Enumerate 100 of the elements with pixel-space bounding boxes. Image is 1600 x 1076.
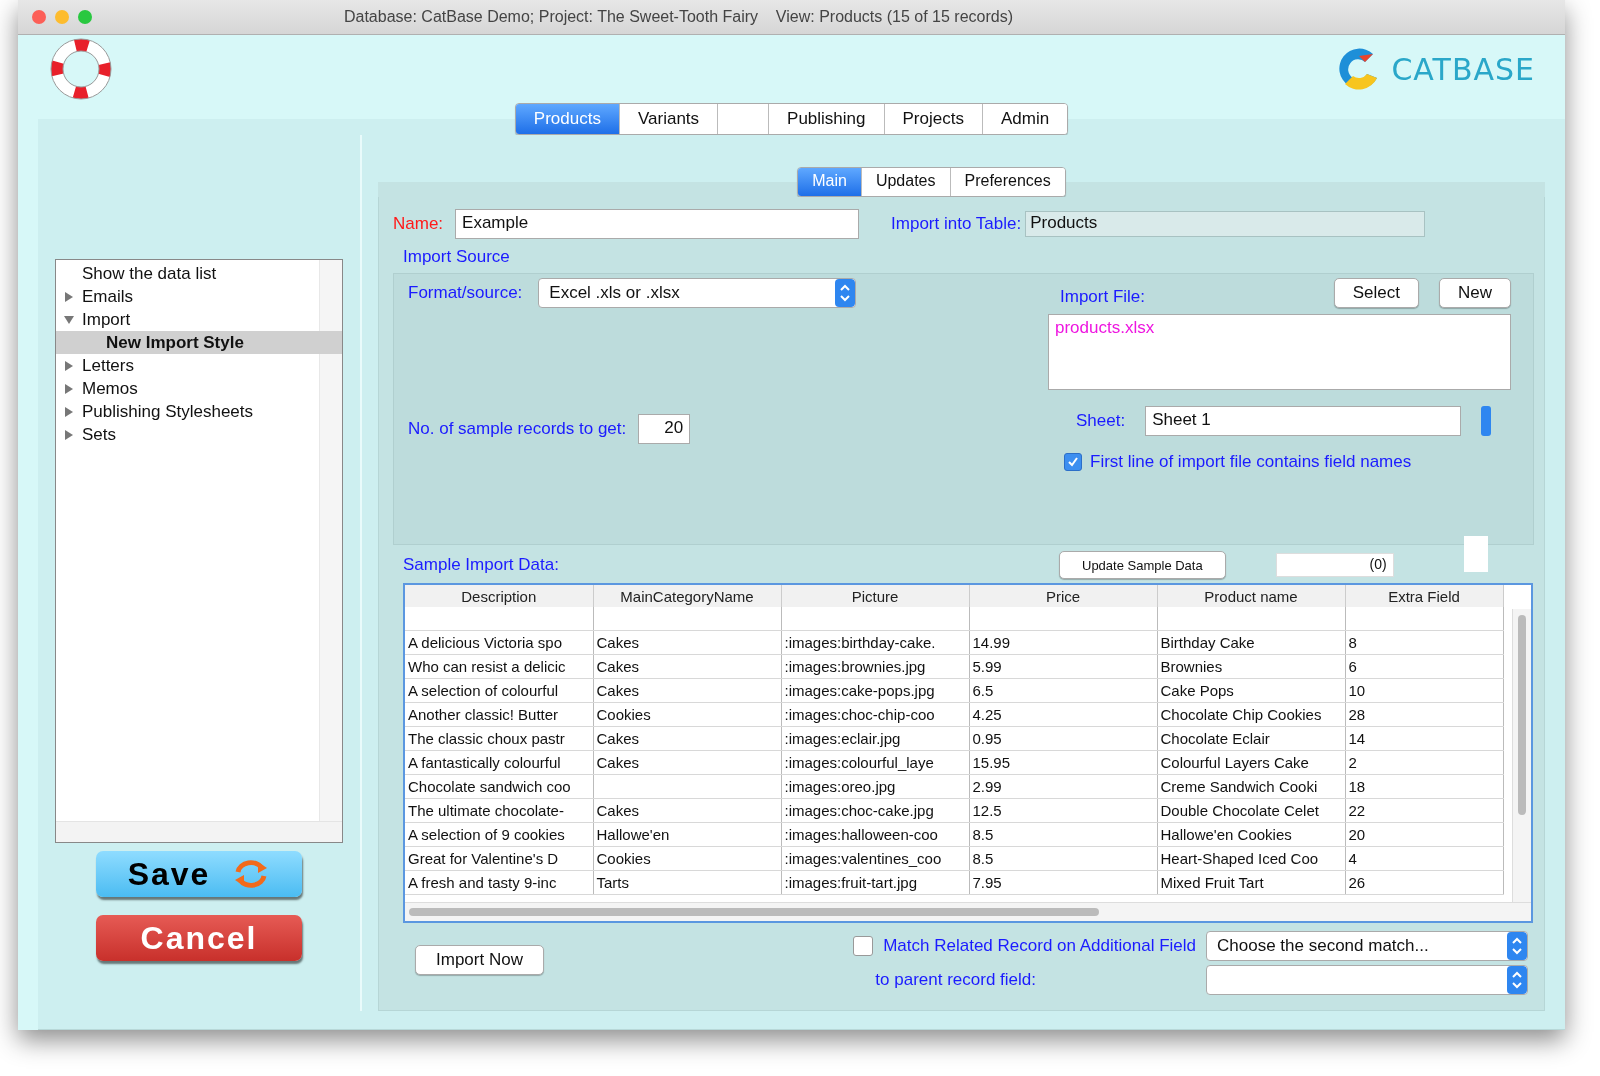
table-cell: :images:eclair.jpg [781, 726, 969, 751]
table-cell: 8.5 [969, 822, 1157, 847]
table-cell: :images:oreo.jpg [781, 774, 969, 799]
table-cell: Hallowe'en Cookies [1157, 822, 1345, 847]
tree-item[interactable]: Emails [56, 285, 318, 308]
table-cell: 26 [1345, 870, 1503, 895]
table-cell: 6 [1345, 654, 1503, 679]
table-cell: Chocolate sandwich coo [405, 774, 593, 799]
table-cell: A selection of colourful [405, 678, 593, 703]
checkbox[interactable] [853, 936, 874, 956]
scrollbar-thumb[interactable] [409, 908, 1099, 916]
tab[interactable]: Updates [861, 168, 951, 196]
column-header[interactable]: Product name [1157, 585, 1345, 607]
scrollbar-track[interactable] [319, 260, 342, 821]
stepper-icon[interactable] [1481, 406, 1492, 436]
window-controls-icon[interactable] [32, 10, 92, 24]
parent-field-select[interactable] [1206, 965, 1528, 995]
expand-triangle-icon[interactable] [64, 291, 74, 302]
update-sample-button[interactable]: Update Sample Data [1059, 551, 1226, 579]
table-cell: A selection of 9 cookies [405, 822, 593, 847]
match-select[interactable]: Choose the second match... [1206, 931, 1528, 961]
column-header[interactable]: Extra Field [1345, 585, 1503, 607]
table-cell: :images:birthday-cake. [781, 630, 969, 655]
table-cell: Cake Pops [1157, 678, 1345, 703]
table-cell: 20 [1345, 822, 1503, 847]
table-cell: 12.5 [969, 798, 1157, 823]
tree-item[interactable]: Memos [56, 377, 318, 400]
table-cell: 22 [1345, 798, 1503, 823]
sample-count-field[interactable]: 20 [638, 414, 691, 444]
table-cell: Hallowe'en [593, 822, 781, 847]
collapse-triangle-icon[interactable] [64, 314, 74, 325]
import-file-field[interactable]: products.xlsx [1048, 314, 1511, 390]
tree-item[interactable]: Import [56, 308, 318, 331]
table-cell: 2.99 [969, 774, 1157, 799]
cancel-button[interactable]: Cancel [96, 915, 302, 961]
table-cell: 18 [1345, 774, 1503, 799]
table-cell: 5.99 [969, 654, 1157, 679]
expand-triangle-icon[interactable] [64, 406, 74, 417]
field-label: Name: [393, 214, 444, 234]
sheet-field[interactable]: Sheet 1 [1145, 406, 1462, 436]
format-select[interactable]: Excel .xls or .xlsx [538, 278, 857, 308]
table-cell: Great for Valentine's D [405, 846, 593, 871]
name-field[interactable]: Example [455, 209, 860, 239]
table-cell: 2 [1345, 750, 1503, 775]
table-cell: :images:brownies.jpg [781, 654, 969, 679]
table-cell: A fresh and tasty 9-inc [405, 870, 593, 895]
table-cell: 8.5 [969, 846, 1157, 871]
table-cell: Mixed Fruit Tart [1157, 870, 1345, 895]
table-cell: 15.95 [969, 750, 1157, 775]
tab[interactable]: Publishing [769, 104, 885, 134]
field-label: Import File: [1060, 287, 1146, 307]
table-cell: Chocolate Chip Cookies [1157, 702, 1345, 727]
section-title: Sample Import Data: [403, 555, 560, 575]
expand-triangle-icon[interactable] [64, 383, 74, 394]
save-button[interactable]: Save [96, 851, 302, 897]
table-cell: Birthday Cake [1157, 630, 1345, 655]
table-cell: Heart-Shaped Iced Coo [1157, 846, 1345, 871]
table-cell: Creme Sandwich Cooki [1157, 774, 1345, 799]
table-cell: Cakes [593, 750, 781, 775]
tab[interactable]: Variants [619, 104, 719, 134]
tree-item[interactable]: Sets [56, 423, 318, 446]
file-button[interactable]: Select [1333, 278, 1419, 308]
field-label: No. of sample records to get: [408, 419, 627, 439]
lifebuoy-icon[interactable] [50, 38, 112, 100]
tree-item[interactable]: Letters [56, 354, 318, 377]
scrollbar-thumb[interactable] [1518, 615, 1526, 815]
tab[interactable]: Admin [982, 104, 1068, 134]
checkmark-icon [1067, 456, 1079, 468]
column-header[interactable]: Picture [781, 585, 969, 607]
table-cell: A delicious Victoria spo [405, 630, 593, 655]
scrollbar-track[interactable] [56, 821, 342, 842]
table-cell: Another classic! Butter [405, 702, 593, 727]
import-now-button[interactable]: Import Now [415, 945, 544, 975]
stepper-icon [1507, 966, 1527, 994]
expand-triangle-icon[interactable] [64, 429, 74, 440]
table-cell: :images:fruit-tart.jpg [781, 870, 969, 895]
table-cell: 4.25 [969, 702, 1157, 727]
tree-item[interactable]: New Import Style [56, 331, 342, 354]
checkbox[interactable] [1064, 453, 1082, 471]
column-header[interactable]: MainCategoryName [593, 585, 781, 607]
tree-item[interactable]: Publishing Stylesheets [56, 400, 318, 423]
expand-triangle-icon[interactable] [64, 360, 74, 371]
window-title: Database: CatBase Demo; Project: The Sweet-Tooth Fairy View: Products (15 of 15 records) [342, 8, 1014, 26]
column-header[interactable]: Description [405, 585, 593, 607]
checkbox-label: First line of import file contains field names [1090, 452, 1412, 472]
file-button[interactable]: New [1439, 278, 1511, 308]
table-cell: 14 [1345, 726, 1503, 751]
table-cell: Colourful Layers Cake [1157, 750, 1345, 775]
table-cell: The ultimate chocolate- [405, 798, 593, 823]
tab[interactable]: Projects [884, 104, 983, 134]
table-cell: Double Chocolate Celet [1157, 798, 1345, 823]
stepper-icon [835, 279, 856, 307]
tree-item[interactable]: Show the data list [56, 262, 318, 285]
table-cell: 6.5 [969, 678, 1157, 703]
table-cell: Chocolate Eclair [1157, 726, 1345, 751]
tab[interactable]: Preferences [950, 168, 1065, 196]
stepper-icon [1507, 932, 1527, 960]
table-cell: :images:colourful_laye [781, 750, 969, 775]
blank-panel [1463, 536, 1488, 572]
column-header[interactable]: Price [969, 585, 1157, 607]
